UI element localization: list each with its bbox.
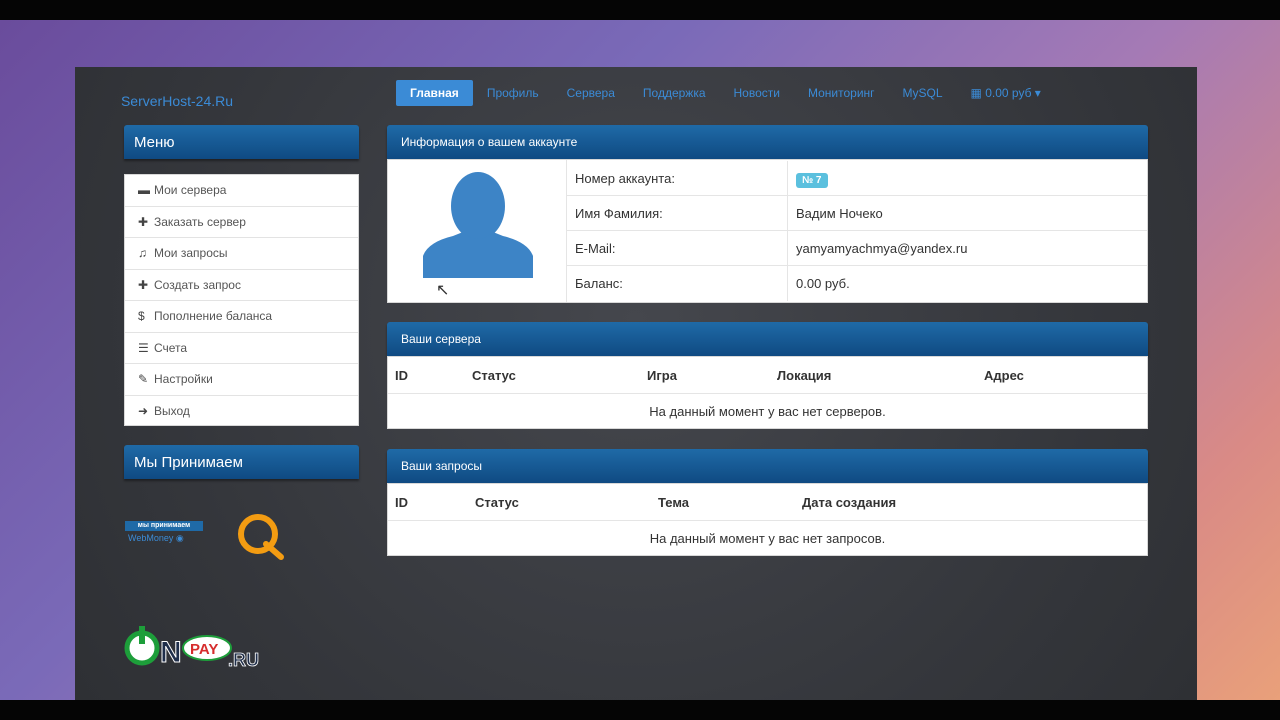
logout-icon: ➜ [138,404,149,419]
sidebar-item-my-servers[interactable]: ▬ Мои сервера [125,175,358,207]
nav-servers[interactable]: Сервера [553,80,629,106]
letterbox-bottom [0,700,1280,720]
table-row: E-Mail: yamyamyachmya@yandex.ru [567,231,1147,266]
webmoney-logo: WebMoney ◉ [128,533,184,544]
column-header-created-date: Дата создания [802,495,897,510]
account-number-label: Номер аккаунта: [567,161,788,195]
column-header-status: Статус [475,495,519,510]
email-label: E-Mail: [567,231,788,265]
sidebar-item-order-server[interactable]: ✚ Заказать сервер [125,207,358,238]
sidebar-item-label: Пополнение баланса [154,309,273,324]
nav-monitoring[interactable]: Мониторинг [794,80,889,106]
sidebar-item-label: Мои запросы [154,246,228,261]
svg-text:PAY: PAY [190,641,218,658]
server-icon: ▬ [138,183,150,198]
plus-icon: ✚ [138,277,149,292]
balance-label: Баланс: [567,266,788,301]
headphones-icon: ♫ [138,246,147,261]
accept-title: Мы Принимаем [134,453,243,471]
account-number-badge: № 7 [796,172,828,188]
sidebar-item-logout[interactable]: ➜ Выход [125,396,358,428]
requests-table-header: ID Статус Тема Дата создания [388,485,1147,521]
column-header-address: Адрес [984,368,1024,383]
sidebar-item-label: Заказать сервер [154,214,246,229]
nav-support[interactable]: Поддержка [629,80,720,106]
svg-text:.RU: .RU [228,650,259,670]
webmoney-badge: мы принимаем [125,521,203,531]
table-row: Баланс: 0.00 руб. [567,266,1147,301]
letterbox-top [0,0,1280,20]
site-logo[interactable]: ServerHost-24.Ru [102,93,252,109]
svg-text:N: N [160,636,182,669]
avatar-placeholder-icon [423,172,533,278]
top-navigation: Главная Профиль Сервера Поддержка Новост… [396,80,1055,106]
balance-value: 0.00 руб. [796,276,850,291]
table-row: Номер аккаунта: № 7 [567,161,1147,196]
servers-panel-header: Ваши сервера [387,322,1148,356]
sidebar-menu: ▬ Мои сервера ✚ Заказать сервер ♫ Мои запро… [124,174,359,426]
nav-balance: 0.00 руб [985,86,1032,100]
column-header-location: Локация [777,368,832,383]
wallet-icon: ▦ [970,86,986,100]
account-number-value: № 7 [788,171,828,188]
account-panel-header: Информация о вашем аккаунте [387,125,1148,159]
nav-home[interactable]: Главная [396,80,473,106]
sidebar-item-label: Счета [154,340,188,355]
list-icon: ☰ [138,340,149,355]
table-row: Имя Фамилия: Вадим Ночеко [567,196,1147,231]
sidebar-item-top-up[interactable]: $ Пополнение баланса [125,301,358,333]
caret-down-icon: ▾ [1031,86,1041,100]
sidebar-item-label: Выход [154,404,190,419]
onpay-logo: N PAY .RU [124,620,268,678]
requests-panel-title: Ваши запросы [401,459,482,473]
name-label: Имя Фамилия: [567,196,788,230]
globe-icon: ◉ [175,533,184,543]
nav-news[interactable]: Новости [720,80,794,106]
sidebar-item-label: Мои сервера [154,183,227,198]
sidebar-item-label: Настройки [154,372,213,387]
column-header-game: Игра [647,368,677,383]
plus-icon: ✚ [138,214,149,229]
sidebar-item-my-requests[interactable]: ♫ Мои запросы [125,238,358,270]
column-header-id: ID [395,368,408,383]
nav-balance-dropdown[interactable]: ▦ 0.00 руб ▾ [957,80,1055,106]
servers-empty-message: На данный момент у вас нет серверов. [649,403,886,419]
column-header-topic: Тема [658,495,690,510]
requests-empty-message: На данный момент у вас нет запросов. [649,530,886,546]
wrench-icon: ✎ [138,372,149,387]
account-info-table: Номер аккаунта: № 7 Имя Фамилия: Вадим Н… [567,161,1147,301]
mouse-cursor-icon: ↖ [436,282,450,299]
qiwi-logo [238,514,284,560]
dollar-icon: $ [138,309,145,324]
nav-profile[interactable]: Профиль [473,80,553,106]
requests-panel-header: Ваши запросы [387,449,1148,483]
menu-title: Меню [134,133,175,151]
sidebar-item-label: Создать запрос [154,277,241,292]
nav-mysql[interactable]: MySQL [889,80,957,106]
sidebar-item-create-request[interactable]: ✚ Создать запрос [125,270,358,301]
sidebar-item-invoices[interactable]: ☰ Счета [125,333,358,364]
sidebar-item-settings[interactable]: ✎ Настройки [125,364,358,396]
column-header-id: ID [395,495,408,510]
menu-panel-header: Меню [124,125,359,159]
account-panel-title: Информация о вашем аккаунте [401,135,578,149]
accept-panel-header: Мы Принимаем [124,445,359,479]
name-value: Вадим Ночеко [796,205,883,221]
servers-table-header: ID Статус Игра Локация Адрес [388,358,1147,394]
column-header-status: Статус [472,368,516,383]
servers-panel-title: Ваши сервера [401,332,481,346]
webmoney-label: WebMoney [128,533,174,543]
onpay-logo-graphic: N PAY .RU [124,626,259,670]
email-value: yamyamyachmya@yandex.ru [796,240,968,256]
